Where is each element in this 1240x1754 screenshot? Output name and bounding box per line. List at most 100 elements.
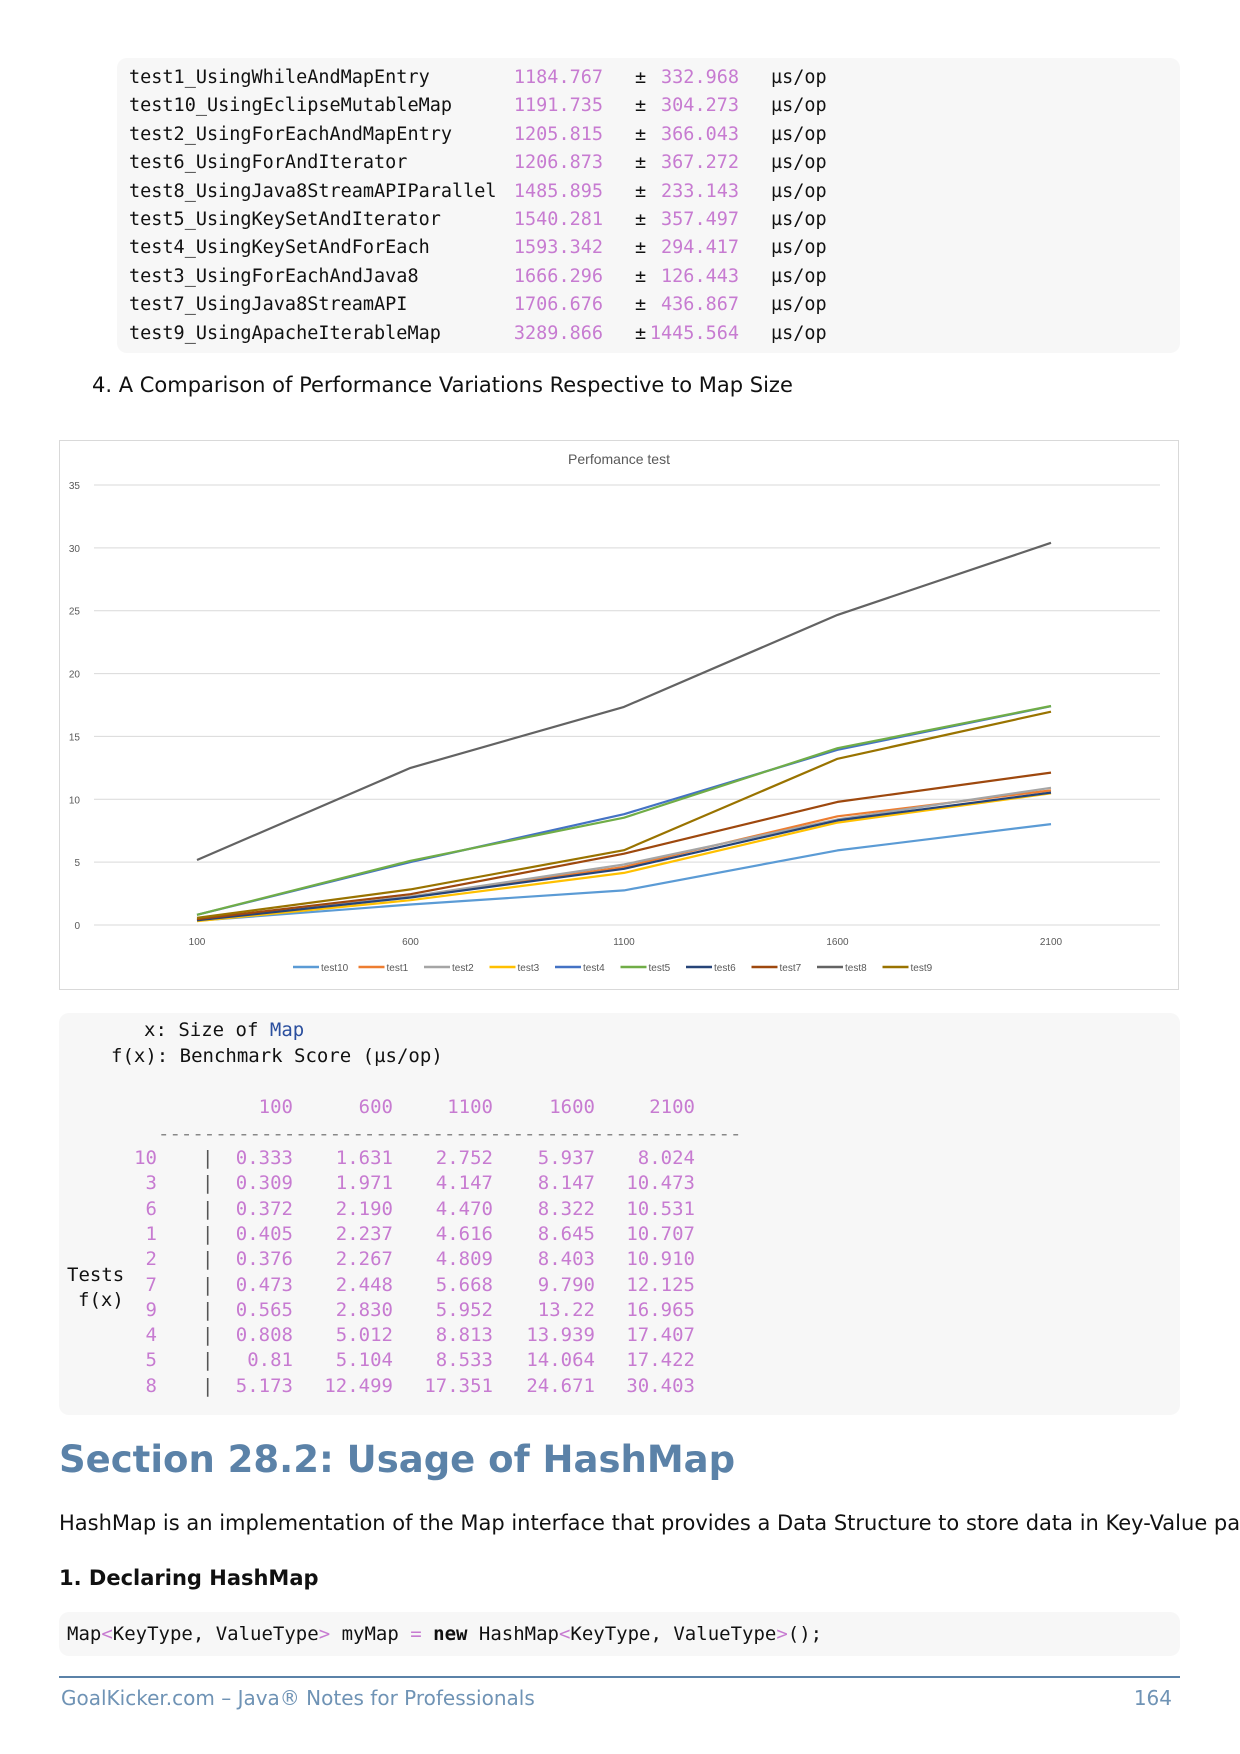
table-cell: 4.809 [435,1248,493,1271]
benchmark-unit: µs/op [771,209,827,230]
table-cell: 5.012 [335,1324,393,1347]
table-row-id: 6 [145,1197,157,1220]
table-cell: 17.407 [626,1324,695,1347]
declaration-code: Map<KeyType, ValueType> myMap = new Hash… [67,1622,822,1646]
benchmark-score: 1666.296 [513,265,603,287]
x-tick-label: 2100 [1040,937,1063,948]
benchmark-score: 1205.815 [513,123,603,145]
table-cell: 2.752 [435,1147,493,1169]
table-cell: 0.309 [235,1172,293,1195]
benchmark-unit: µs/op [771,294,827,316]
series-line-test3 [196,792,1052,923]
fx-definition-line: f(x): Benchmark Score (µs/op) [111,1045,443,1067]
benchmark-unit: µs/op [771,95,827,117]
table-cell: 0.808 [235,1324,293,1347]
benchmark-table-block: x: Size of Map f(x): Benchmark Score (µs… [59,1013,1180,1415]
table-cell: 10.707 [626,1222,695,1245]
table-cell: 0.333 [235,1147,293,1169]
benchmark-unit: µs/op [771,123,827,145]
table-row-id: 5 [145,1349,157,1372]
benchmark-name: test6_UsingForAndIterator [129,152,408,174]
code-token: Map [67,1623,102,1645]
benchmark-name: test1_UsingWhileAndMapEntry [129,67,430,88]
x-definition-line: x: Size of Map [144,1019,305,1041]
section-title: Section 28.2: Usage of HashMap [59,1438,736,1481]
table-cell: 2.190 [335,1197,393,1220]
benchmark-unit: µs/op [771,180,827,202]
benchmark-score: 1540.281 [513,209,603,230]
table-cell: 5.104 [335,1349,393,1372]
table-cell: 2.448 [335,1273,393,1296]
table-cell: 10.473 [626,1172,695,1195]
table-cell: 2.237 [335,1222,393,1245]
code-token: HashMap [467,1623,559,1645]
table-cell: 17.351 [424,1374,493,1397]
benchmark-name: test5_UsingKeySetAndIterator [129,209,441,230]
benchmark-error: 126.443 [661,265,739,287]
legend-label: test7 [780,963,802,974]
x-tick-label: 1100 [613,937,635,948]
benchmark-name: test3_UsingForEachAndJava8 [129,265,419,287]
code-token: KeyType, ValueType [570,1623,777,1645]
code-token: > [776,1623,788,1645]
list-item-heading: 4. A Comparison of Performance Variation… [92,373,793,397]
table-cell: 17.422 [626,1349,695,1372]
benchmark-results-block: test1_UsingWhileAndMapEntry 1184.767 ±332.… [117,58,1180,353]
performance-chart: Perfomance test 0 5 10 15 20 25 30 35 100 600 110… [59,440,1179,990]
table-row-id: 3 [145,1172,157,1195]
table-cell: 10.531 [626,1197,695,1220]
benchmark-unit: µs/op [771,237,827,259]
table-cell: 8.403 [537,1248,595,1271]
table-header-cell: 2100 [649,1096,695,1118]
chart-svg: Perfomance test 0 5 10 15 20 25 30 35 100 600 110… [69,451,1160,974]
table-cell: 0.473 [235,1273,293,1296]
footer-divider [59,1676,1180,1678]
benchmark-error: 436.867 [661,294,739,316]
benchmark-unit: µs/op [771,152,827,174]
benchmark-score: 1191.735 [513,95,603,117]
benchmark-score: 1206.873 [513,152,603,174]
table-row-id: 4 [145,1324,157,1347]
x-tick-label: 1600 [826,937,849,948]
row-label-tests: Tests [67,1264,125,1286]
benchmark-name: test9_UsingApacheIterableMap [129,322,441,344]
table-cell: 1.971 [335,1172,393,1195]
legend-label: test4 [583,963,605,974]
table-header-cell: 1100 [447,1096,493,1118]
footer-source[interactable]: GoalKicker.com – Java® Notes for Profess… [61,1684,535,1712]
legend-label: test8 [845,963,867,974]
code-token: = [410,1623,422,1645]
table-row-id: 10 [134,1147,157,1169]
table-cell: 4.470 [435,1197,493,1220]
page-number: 164 [1133,1686,1172,1710]
benchmark-name: test10_UsingEclipseMutableMap [129,95,453,117]
y-tick-label: 20 [69,670,81,681]
table-cell: 5.937 [537,1147,595,1169]
table-cell: 8.645 [537,1222,595,1245]
benchmark-error: 304.273 [661,95,739,117]
table-cell: 13.939 [526,1324,595,1347]
table-cell: 4.147 [435,1172,493,1195]
benchmark-score: 1485.895 [513,180,603,202]
benchmark-error: 294.417 [661,237,739,259]
table-cell: 5.952 [435,1298,493,1321]
legend-label: test10 [321,963,349,974]
fx-text: Benchmark Score (µs/op) [179,1045,443,1067]
benchmark-score: 1593.342 [513,237,603,259]
x-keyword: Map [269,1019,305,1041]
table-row-id: 8 [145,1374,157,1397]
benchmark-score: 1706.676 [513,294,603,316]
y-tick-label: 30 [69,544,81,555]
table-cell: 5.173 [235,1374,293,1397]
y-tick-label: 0 [74,921,80,932]
table-cell: 0.405 [235,1222,293,1245]
y-tick-label: 15 [69,732,81,743]
table-cell: 0.565 [235,1298,293,1321]
table-cell: 2.830 [335,1298,393,1321]
legend-label: test6 [714,963,736,974]
code-token: > [318,1623,331,1645]
y-tick-label: 10 [69,795,81,806]
table-cell: 16.965 [626,1298,695,1321]
table-cell: 5.668 [435,1273,493,1296]
